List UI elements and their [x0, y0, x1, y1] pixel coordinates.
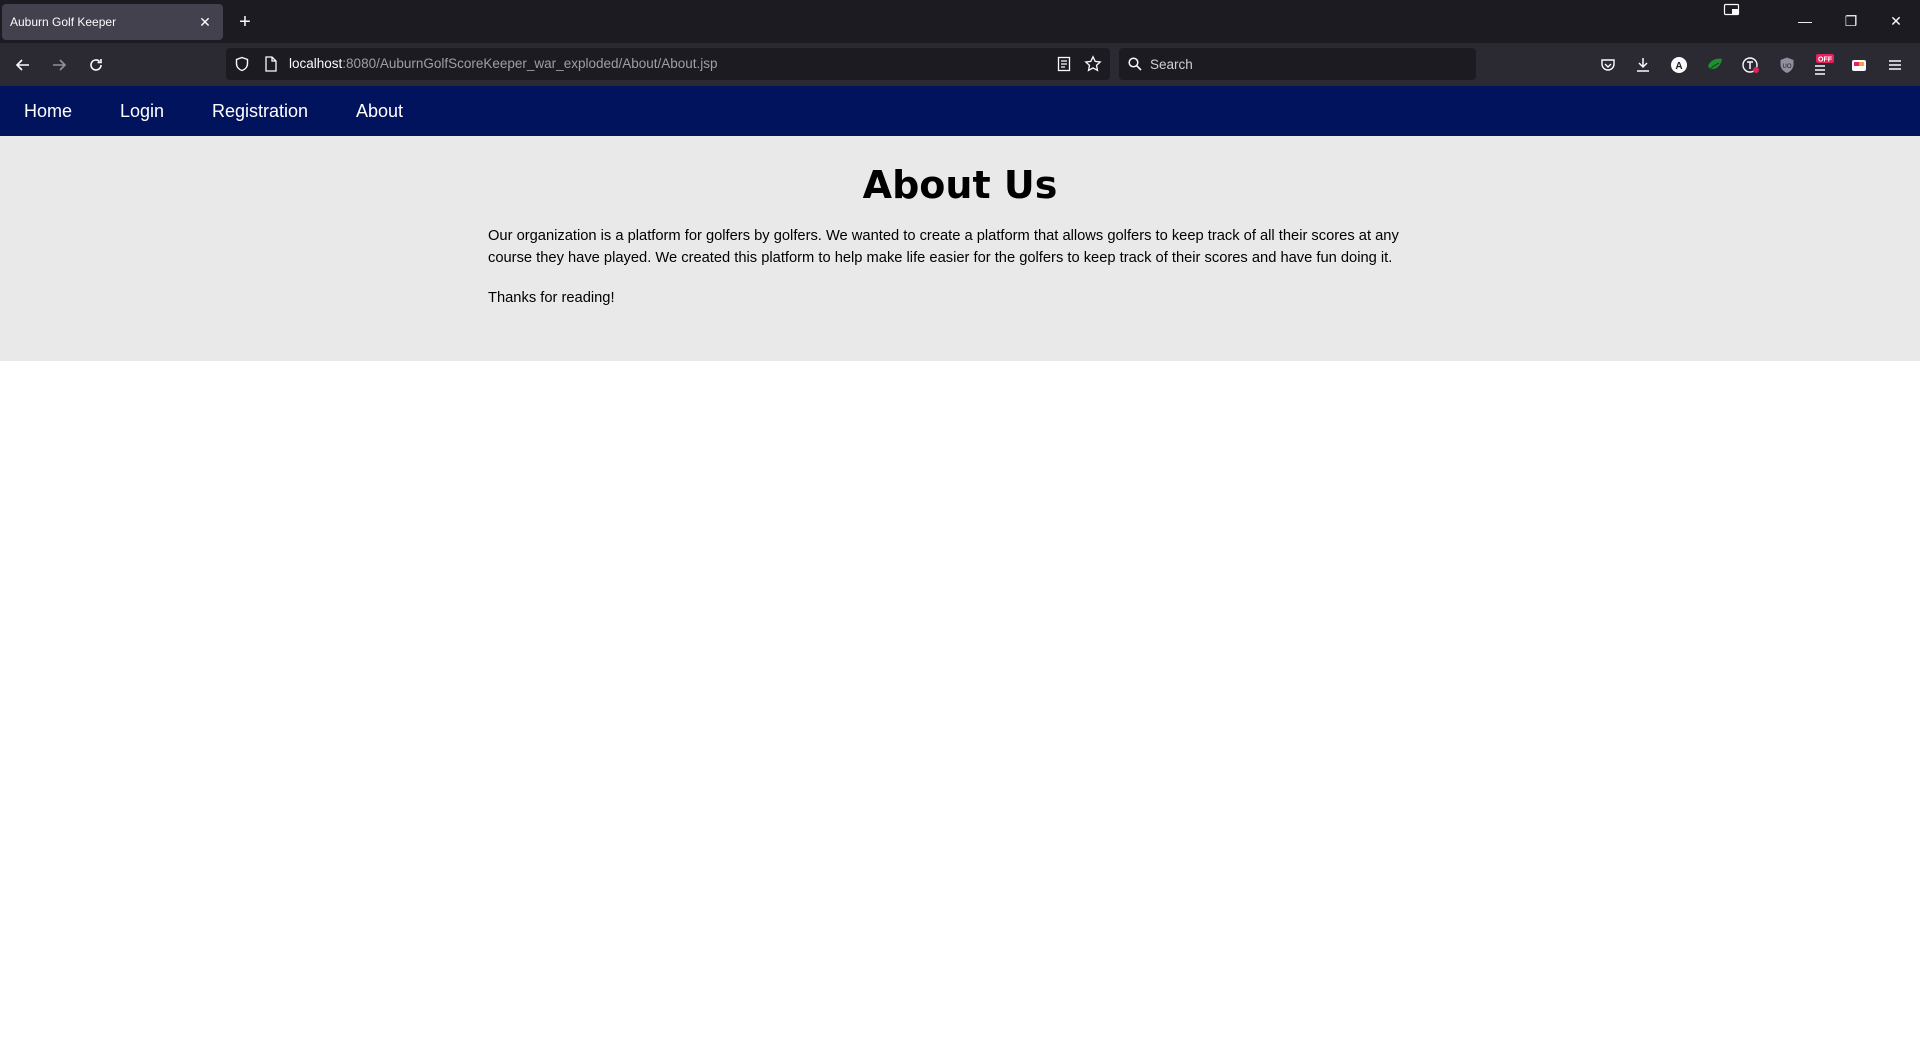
tab-title: Auburn Golf Keeper [10, 15, 117, 29]
reload-icon[interactable] [81, 50, 111, 80]
page-title: About Us [862, 163, 1058, 207]
minimize-icon[interactable]: — [1792, 8, 1818, 34]
account-avatar-icon[interactable]: A [1668, 54, 1690, 76]
browser-tab-bar: Auburn Golf Keeper ✕ + — ❐ ✕ [0, 0, 1920, 43]
tab-close-icon[interactable]: ✕ [195, 14, 215, 31]
privacy-extension-icon[interactable] [1740, 54, 1762, 76]
url-path: :8080/AuburnGolfScoreKeeper_war_exploded… [342, 56, 718, 71]
browser-tab[interactable]: Auburn Golf Keeper ✕ [2, 4, 223, 40]
green-leaf-extension-icon[interactable] [1704, 54, 1726, 76]
about-section: About Us Our organization is a platform … [0, 136, 1920, 361]
new-tab-plus-icon[interactable]: + [233, 10, 257, 34]
closing-text: Thanks for reading! [488, 290, 615, 306]
address-bar[interactable]: localhost:8080/AuburnGolfScoreKeeper_war… [226, 48, 1110, 80]
browser-toolbar: localhost:8080/AuburnGolfScoreKeeper_war… [0, 43, 1920, 86]
ublock-shield-icon[interactable]: UO [1776, 54, 1798, 76]
hamburger-menu-icon[interactable] [1884, 54, 1906, 76]
nav-link-registration[interactable]: Registration [212, 101, 308, 122]
nav-link-login[interactable]: Login [120, 101, 164, 122]
download-icon[interactable] [1632, 54, 1654, 76]
nav-link-home[interactable]: Home [24, 101, 72, 122]
search-icon [1128, 57, 1142, 71]
search-input[interactable]: Search [1119, 48, 1476, 80]
back-arrow-icon[interactable] [8, 50, 38, 80]
colorful-extension-icon[interactable] [1848, 54, 1870, 76]
reader-view-icon[interactable] [1057, 56, 1071, 72]
bookmark-star-icon[interactable] [1084, 55, 1102, 73]
svg-text:A: A [1675, 61, 1682, 72]
about-paragraph: Our organization is a platform for golfe… [488, 228, 1399, 266]
coupon-off-extension-icon[interactable]: OFF [1812, 54, 1834, 76]
addon-badge-text: OFF [1818, 57, 1833, 64]
search-placeholder: Search [1150, 57, 1193, 72]
restore-icon[interactable]: ❐ [1838, 8, 1864, 34]
pocket-icon[interactable] [1597, 54, 1619, 76]
shield-icon[interactable] [234, 56, 250, 72]
site-nav-bar: Home Login Registration About [0, 86, 1920, 136]
close-window-icon[interactable]: ✕ [1883, 8, 1909, 34]
nav-link-about[interactable]: About [356, 101, 403, 122]
svg-text:UO: UO [1783, 64, 1792, 70]
picture-in-picture-icon[interactable] [1723, 3, 1741, 17]
url-host: localhost [289, 56, 343, 71]
url-text[interactable]: localhost:8080/AuburnGolfScoreKeeper_war… [289, 56, 718, 71]
forward-arrow-icon[interactable] [44, 50, 74, 80]
page-icon[interactable] [264, 56, 278, 72]
